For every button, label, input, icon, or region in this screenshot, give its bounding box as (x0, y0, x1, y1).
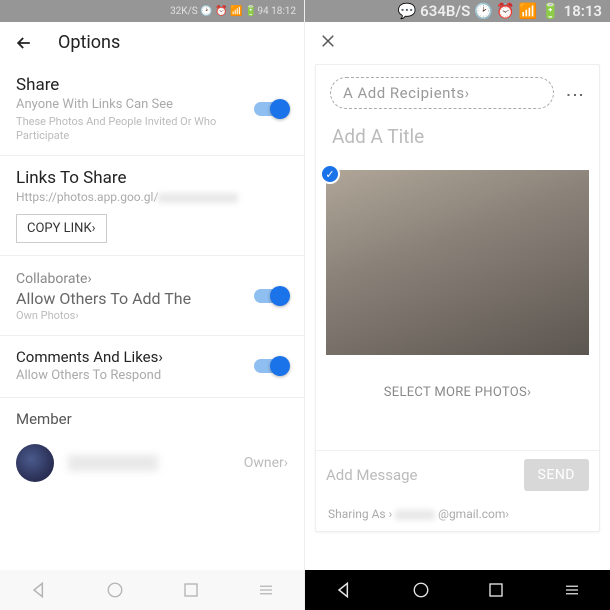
title-input[interactable]: Add A Title (316, 115, 599, 160)
collab-desc: Own Photos› (16, 309, 191, 323)
share-sub: Anyone With Links Can See (16, 97, 254, 114)
nav-menu-icon[interactable] (563, 581, 581, 599)
status-text-right: 💬 634B/S 🕑 ⏰ 📶 🔋 18:13 (398, 2, 602, 20)
email-domain: @gmail.com› (438, 507, 509, 521)
nav-bar-left (0, 570, 304, 610)
comments-sub: Allow Others To Respond (16, 368, 163, 385)
nav-recents-icon[interactable] (487, 581, 505, 599)
back-arrow-icon[interactable] (14, 33, 34, 53)
send-button[interactable]: SEND (524, 459, 589, 491)
collaborate-section: Collaborate› Allow Others To Add The Own… (0, 256, 304, 335)
message-input[interactable]: Add Message (326, 466, 524, 484)
select-more-button[interactable]: SELECT MORE PHOTOS› (316, 365, 599, 450)
message-row: Add Message SEND (316, 450, 599, 499)
member-heading: Member (16, 410, 288, 428)
links-section: Links To Share Https://photos.app.goo.gl… (0, 156, 304, 256)
more-icon[interactable]: ⋮ (564, 86, 585, 100)
status-bar-left: 32K/S 🕑 ⏰ 📶 🔋94 18:12 (0, 0, 304, 22)
comments-toggle[interactable] (254, 359, 288, 373)
member-name (68, 455, 230, 471)
nav-menu-icon[interactable] (257, 581, 275, 599)
status-text: 32K/S 🕑 ⏰ 📶 🔋94 18:12 (170, 6, 296, 17)
comments-title: Comments And Likes› (16, 348, 163, 366)
recipients-row: A Add Recipients› ⋮ (316, 65, 599, 115)
member-row: Owner› (0, 432, 304, 494)
share-section: Share Anyone With Links Can See These Ph… (0, 63, 304, 156)
share-desc: These Photos And People Invited Or Who P… (16, 115, 254, 144)
check-icon: ✓ (320, 164, 340, 184)
nav-home-icon[interactable] (106, 581, 124, 599)
nav-back-icon[interactable] (334, 580, 354, 600)
nav-back-icon[interactable] (29, 580, 49, 600)
page-title: Options (58, 32, 120, 53)
nav-bar-right (305, 570, 610, 610)
links-title: Links To Share (16, 168, 288, 188)
share-toggle[interactable] (254, 102, 288, 116)
share-title: Share (16, 75, 254, 95)
status-bar-right: 💬 634B/S 🕑 ⏰ 📶 🔋 18:13 (305, 0, 610, 22)
links-url: Https://photos.app.goo.gl/ (16, 190, 288, 204)
collab-sub: Allow Others To Add The (16, 289, 191, 308)
copy-link-button[interactable]: COPY LINK› (16, 214, 107, 243)
nav-recents-icon[interactable] (182, 581, 200, 599)
sharing-as-row: Sharing As › @gmail.com› (316, 499, 599, 531)
add-recipients-field[interactable]: A Add Recipients› (330, 77, 554, 109)
avatar (16, 444, 54, 482)
comments-section: Comments And Likes› Allow Others To Resp… (0, 336, 304, 398)
owner-label: Owner› (244, 455, 288, 471)
sharing-as-label: Sharing As › (328, 507, 392, 521)
blurred-link (158, 193, 238, 203)
photo-thumbnail[interactable]: ✓ (326, 170, 589, 355)
close-row (305, 22, 610, 64)
photo-area: ✓ (316, 160, 599, 365)
blurred-email-user (395, 510, 435, 520)
nav-home-icon[interactable] (412, 581, 430, 599)
collab-title: Collaborate› (16, 270, 191, 288)
blurred-name (68, 455, 158, 471)
share-card: A Add Recipients› ⋮ Add A Title ✓ SELECT… (315, 64, 600, 532)
member-heading-wrap: Member (0, 398, 304, 432)
close-icon[interactable] (319, 32, 337, 50)
options-header: Options (0, 22, 304, 63)
collaborate-toggle[interactable] (254, 289, 288, 303)
